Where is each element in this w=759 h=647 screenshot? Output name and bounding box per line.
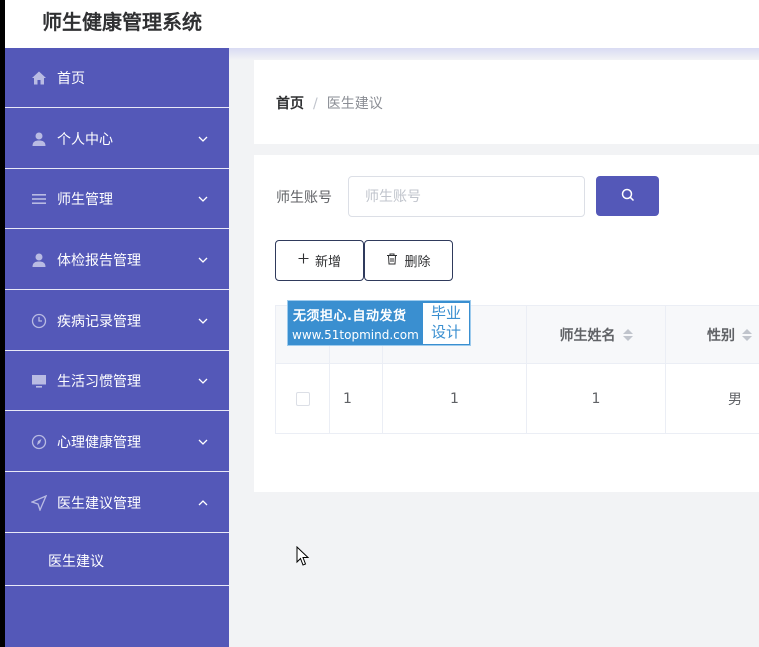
chevron-down-icon xyxy=(197,436,209,448)
watermark-badge: 毕业 设计 xyxy=(423,303,469,344)
sidebar-item-label: 生活习惯管理 xyxy=(57,373,141,390)
watermark-badge-line1: 毕业 xyxy=(430,304,461,322)
search-input[interactable] xyxy=(348,176,585,217)
watermark-badge-line2: 设计 xyxy=(430,323,461,341)
chevron-down-icon xyxy=(197,375,209,387)
list-icon xyxy=(30,190,48,208)
breadcrumb: 首页 / 医生建议 xyxy=(276,93,383,113)
sidebar-item-disease-record[interactable]: 疾病记录管理 xyxy=(5,291,229,351)
sidebar-item-teacher-student[interactable]: 师生管理 xyxy=(5,169,229,229)
watermark-slogan: 无须担心.自动发货 xyxy=(293,309,407,324)
sidebar-item-label: 体检报告管理 xyxy=(57,252,141,269)
search-icon xyxy=(621,187,635,206)
add-button-label: 新增 xyxy=(314,255,341,270)
sidebar-item-personal-center[interactable]: 个人中心 xyxy=(5,109,229,169)
app-header: 师生健康管理系统 xyxy=(0,0,759,48)
sidebar-item-mental-health[interactable]: 心理健康管理 xyxy=(5,412,229,472)
trash-icon xyxy=(386,253,398,269)
user-icon xyxy=(30,130,48,148)
search-label: 师生账号 xyxy=(276,190,332,206)
table-row: 1 1 1 男 xyxy=(276,364,759,434)
sidebar-item-lifestyle[interactable]: 生活习惯管理 xyxy=(5,351,229,411)
sidebar-item-checkup-report[interactable]: 体检报告管理 xyxy=(5,230,229,290)
row-checkbox[interactable] xyxy=(295,392,310,406)
app-title: 师生健康管理系统 xyxy=(42,10,202,34)
monitor-icon xyxy=(30,372,48,390)
breadcrumb-separator: / xyxy=(313,96,318,112)
plus-icon xyxy=(298,253,309,268)
row-gender-cell: 男 xyxy=(728,392,742,408)
row-select-cell xyxy=(276,364,330,434)
sort-icon[interactable] xyxy=(622,328,633,341)
sidebar-subitem-doctor-advice[interactable]: 医生建议 xyxy=(5,534,229,586)
watermark-url: www.51topmind.com xyxy=(292,328,419,342)
add-button[interactable]: 新增 xyxy=(275,240,364,281)
sidebar-item-doctor-advice[interactable]: 医生建议管理 xyxy=(5,473,229,533)
delete-button-label: 删除 xyxy=(404,255,431,270)
breadcrumb-card: 首页 / 医生建议 xyxy=(254,60,759,144)
chevron-down-icon xyxy=(197,254,209,266)
sidebar-item-home[interactable]: 首页 xyxy=(5,48,229,108)
header-gender-cell[interactable]: 性别 xyxy=(666,306,759,363)
chevron-down-icon xyxy=(197,133,209,145)
send-icon xyxy=(30,494,48,512)
watermark-banner: 无须担心.自动发货 www.51topmind.com 毕业 设计 xyxy=(287,300,471,346)
row-name-cell: 1 xyxy=(527,364,666,434)
search-button[interactable] xyxy=(596,176,659,216)
column-header: 性别 xyxy=(707,327,735,344)
chevron-down-icon xyxy=(197,193,209,205)
user-icon xyxy=(30,251,48,269)
header-shadow xyxy=(229,48,759,60)
sidebar-item-label: 心理健康管理 xyxy=(57,434,141,451)
watermark-text-block: 无须担心.自动发货 www.51topmind.com xyxy=(288,301,422,347)
mouse-cursor-icon xyxy=(296,545,310,571)
sidebar-item-label: 师生管理 xyxy=(57,191,113,208)
header-name-cell[interactable]: 师生姓名 xyxy=(527,306,666,363)
sidebar-item-label: 首页 xyxy=(57,70,85,87)
compass-icon xyxy=(30,433,48,451)
sort-icon[interactable] xyxy=(742,328,752,341)
breadcrumb-current: 医生建议 xyxy=(326,96,383,112)
sidebar-item-label: 个人中心 xyxy=(57,131,113,148)
home-icon xyxy=(30,69,48,87)
breadcrumb-home[interactable]: 首页 xyxy=(276,96,304,112)
row-account-cell: 1 xyxy=(383,364,527,434)
delete-button[interactable]: 删除 xyxy=(364,240,453,281)
chevron-down-icon xyxy=(197,315,209,327)
clock-icon xyxy=(30,312,48,330)
column-header: 师生姓名 xyxy=(559,327,616,344)
chevron-up-icon xyxy=(197,497,209,509)
sidebar-item-label: 医生建议管理 xyxy=(57,495,141,512)
sidebar-item-label: 疾病记录管理 xyxy=(57,313,141,330)
sidebar-subitem-label: 医生建议 xyxy=(48,554,104,570)
row-index-cell: 1 xyxy=(330,364,383,434)
